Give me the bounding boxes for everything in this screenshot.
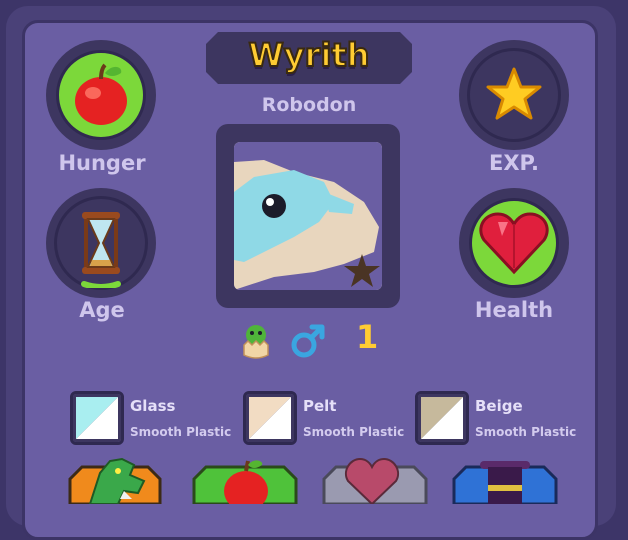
color-swatch-pelt[interactable] [243,391,297,445]
pet-name[interactable]: Wyrith [206,35,412,75]
toolbar-button-dragon[interactable] [60,455,170,525]
pet-portrait[interactable] [234,142,382,290]
color-material-glass: Smooth Plastic [130,425,232,439]
apple-icon [46,40,156,150]
toolbar-button-food[interactable] [190,455,300,525]
hourglass-icon [46,188,156,298]
toolbar-button-health[interactable] [320,455,430,525]
heart-icon [459,188,569,298]
exp-meter[interactable] [459,40,569,150]
color-name-beige: Beige [475,397,523,415]
color-name-glass: Glass [130,397,176,415]
color-swatch-glass[interactable] [70,391,124,445]
toolbar-button-accessory[interactable] [450,455,560,525]
health-meter[interactable] [459,188,569,298]
swatch-fill [76,397,118,439]
pet-species: Robodon [261,94,357,116]
color-material-beige: Smooth Plastic [475,425,577,439]
hatchling-icon [236,318,276,364]
swatch-fill [421,397,463,439]
exp-label: EXP. [488,151,540,175]
color-name-pelt: Pelt [303,397,337,415]
color-material-pelt: Smooth Plastic [303,425,405,439]
hunger-meter[interactable] [46,40,156,150]
hunger-label: Hunger [58,151,146,175]
color-swatch-beige[interactable] [415,391,469,445]
rarity-number: 1 [356,318,379,356]
health-label: Health [474,298,554,322]
swatch-fill [249,397,291,439]
star-icon [459,40,569,150]
male-symbol-icon [286,318,330,364]
age-label: Age [79,298,125,322]
age-meter[interactable] [46,188,156,298]
